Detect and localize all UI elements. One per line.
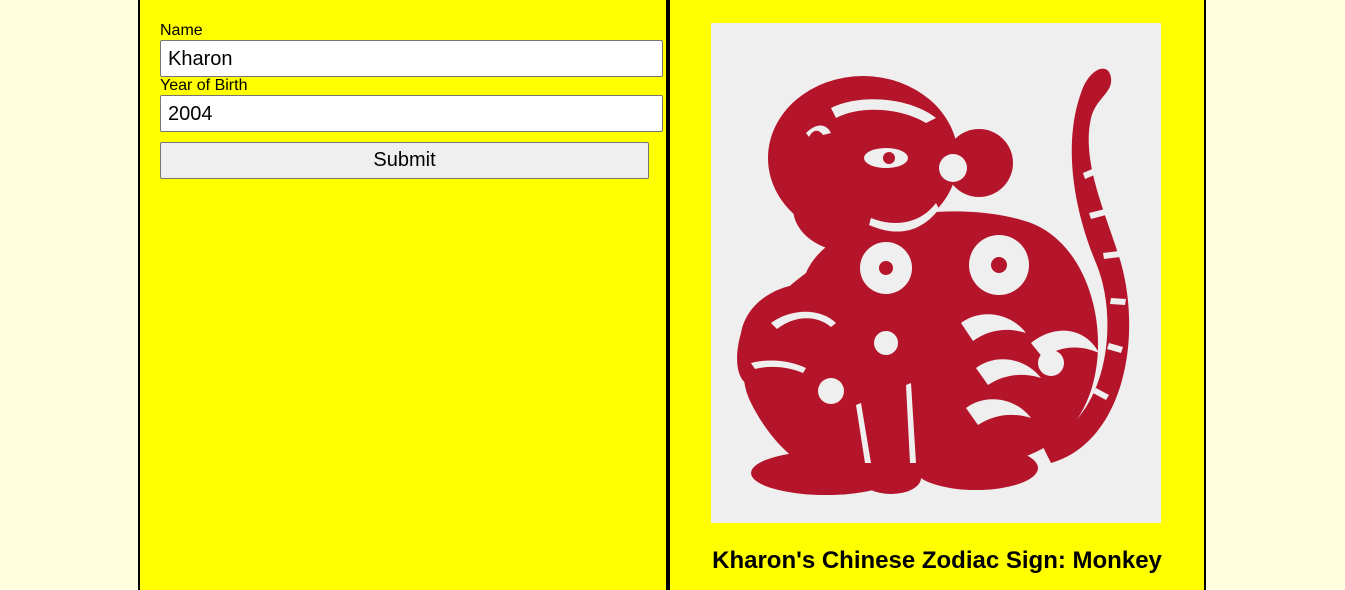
name-input[interactable]: [160, 40, 663, 77]
app-container: Name Year of Birth Submit: [138, 0, 1206, 590]
result-panel: Kharon's Chinese Zodiac Sign: Monkey: [670, 0, 1204, 590]
zodiac-result-heading: Kharon's Chinese Zodiac Sign: Monkey: [712, 547, 1162, 574]
monkey-papercut-icon: [711, 23, 1161, 523]
year-input[interactable]: [160, 95, 663, 132]
form-panel: Name Year of Birth Submit: [140, 0, 670, 590]
year-label: Year of Birth: [160, 77, 248, 94]
submit-button[interactable]: Submit: [160, 142, 649, 179]
name-label: Name: [160, 22, 203, 39]
